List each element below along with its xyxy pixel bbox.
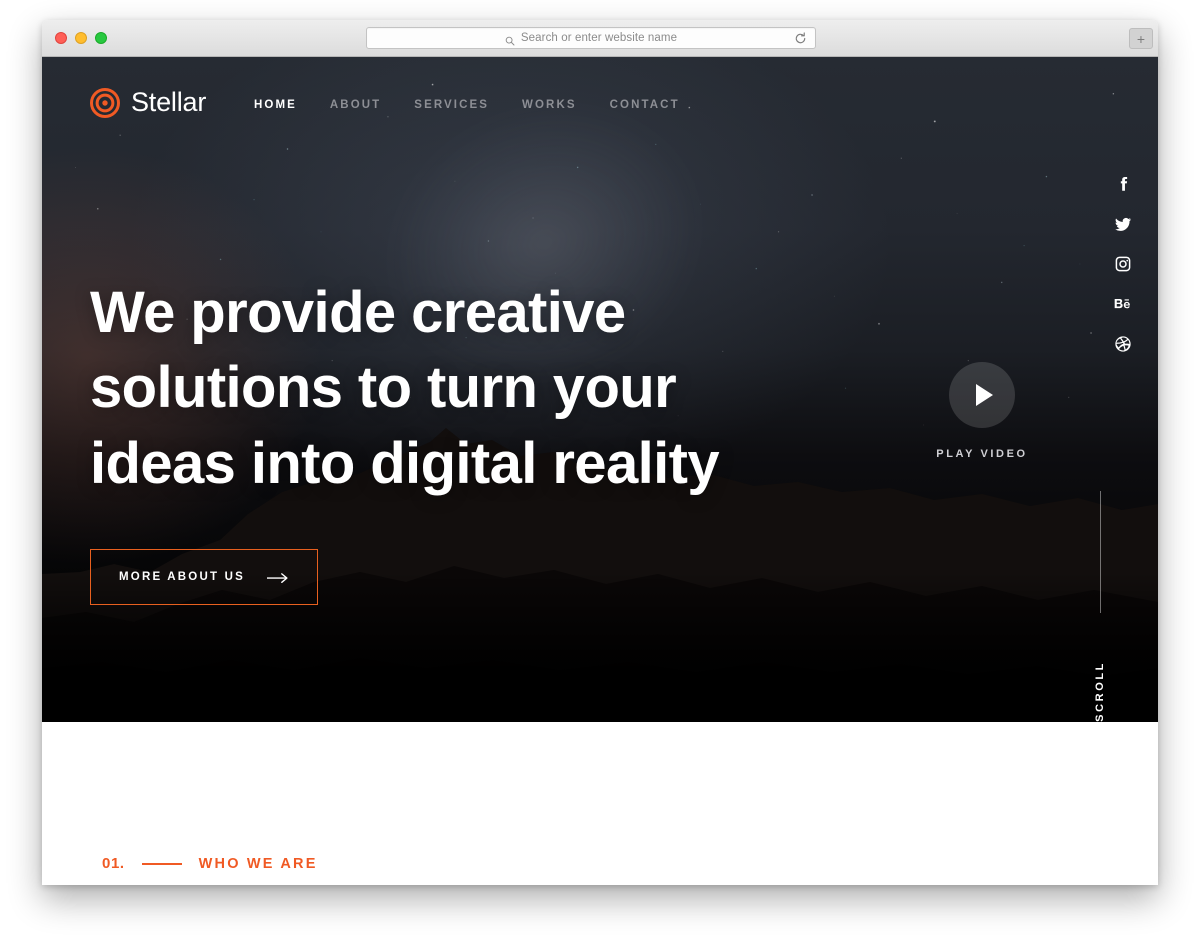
nav-item-about[interactable]: ABOUT <box>330 99 381 111</box>
scroll-label: SCROLL <box>1094 661 1106 722</box>
hero-heading-line-2: solutions to turn your <box>90 355 677 421</box>
main-nav: HOME ABOUT SERVICES WORKS CONTACT <box>254 99 680 111</box>
social-links-rail <box>1114 175 1132 353</box>
minimize-window-button[interactable] <box>75 32 87 44</box>
hero-heading-line-1: We provide creative <box>90 280 626 345</box>
new-tab-label: + <box>1136 30 1146 47</box>
address-bar-content: Search or enter website name <box>505 32 678 46</box>
instagram-icon[interactable] <box>1114 255 1132 273</box>
section-rule-divider <box>141 862 182 865</box>
nav-item-works[interactable]: WORKS <box>522 99 577 111</box>
play-triangle-icon <box>976 384 993 406</box>
more-about-us-label: MORE ABOUT US <box>119 571 245 584</box>
nav-item-services[interactable]: SERVICES <box>414 99 489 111</box>
hero-copy: We provide creative solutions to turn yo… <box>90 275 720 606</box>
play-video-button[interactable] <box>949 362 1015 428</box>
close-window-button[interactable] <box>55 32 67 44</box>
play-video-block: PLAY VIDEO <box>887 362 1077 460</box>
arrow-right-icon <box>266 571 289 584</box>
new-tab-button[interactable]: + <box>1129 28 1153 49</box>
page-viewport: Stellar HOME ABOUT SERVICES WORKS CONTAC… <box>42 57 1158 885</box>
twitter-icon[interactable] <box>1114 215 1132 233</box>
hero-section: Stellar HOME ABOUT SERVICES WORKS CONTAC… <box>42 57 1158 722</box>
nav-item-contact[interactable]: CONTACT <box>610 99 680 111</box>
reload-icon[interactable] <box>794 32 807 45</box>
brand-name: Stellar <box>131 87 207 117</box>
behance-icon[interactable] <box>1114 295 1132 313</box>
browser-chrome: Search or enter website name + <box>42 20 1158 57</box>
search-icon <box>505 33 515 46</box>
site-header: Stellar HOME ABOUT SERVICES WORKS CONTAC… <box>42 57 1158 149</box>
section-eyebrow: 01. WHO WE ARE <box>102 855 318 872</box>
who-we-are-section: 01. WHO WE ARE <box>42 722 1158 885</box>
nav-item-home[interactable]: HOME <box>254 99 297 111</box>
scroll-line <box>1099 491 1101 614</box>
play-video-label: PLAY VIDEO <box>936 448 1028 460</box>
hero-heading-line-3: ideas into digital reality <box>90 430 720 496</box>
brand-logo[interactable]: Stellar <box>90 87 206 118</box>
dribbble-icon[interactable] <box>1114 335 1132 353</box>
facebook-icon[interactable] <box>1114 175 1132 193</box>
browser-window: Search or enter website name + Stellar H… <box>42 20 1158 885</box>
concentric-circles-logo-icon <box>90 87 120 118</box>
traffic-lights <box>55 32 107 44</box>
maximize-window-button[interactable] <box>95 32 107 44</box>
section-title: WHO WE ARE <box>198 855 318 872</box>
address-input-placeholder: Search or enter website name <box>520 32 678 44</box>
section-number: 01. <box>102 855 125 872</box>
hero-heading: We provide creative solutions to turn yo… <box>90 275 720 501</box>
address-bar[interactable]: Search or enter website name <box>366 27 816 49</box>
more-about-us-button[interactable]: MORE ABOUT US <box>90 549 318 606</box>
scroll-indicator[interactable]: SCROLL <box>1094 491 1106 722</box>
